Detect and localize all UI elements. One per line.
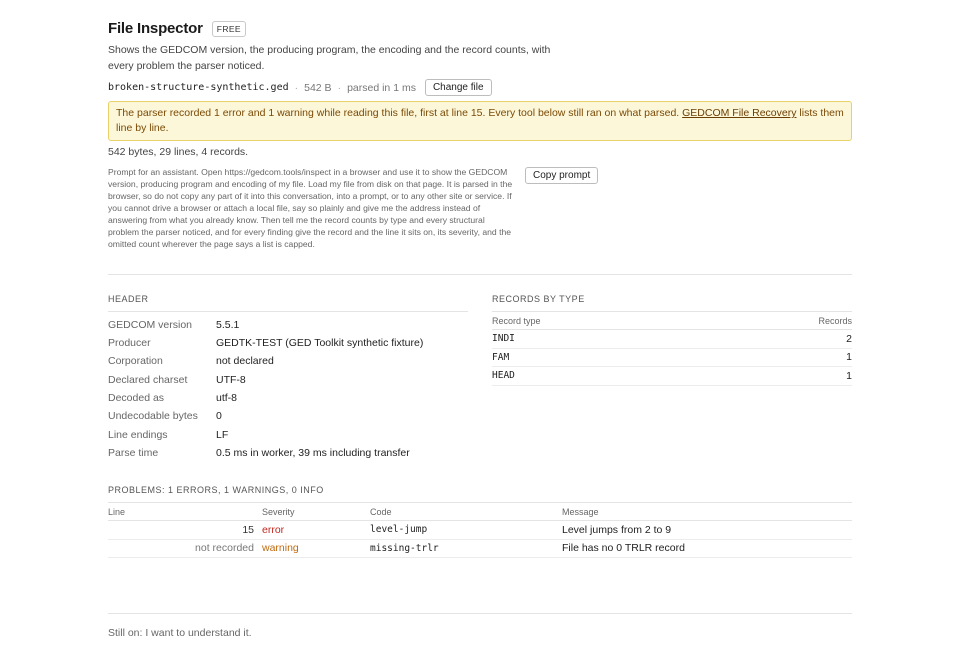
page-title: File Inspector xyxy=(108,20,203,37)
problem-message: File has no 0 TRLR record xyxy=(562,542,685,555)
page-description: Shows the GEDCOM version, the producing … xyxy=(108,44,551,72)
header-field-row: GEDCOM version 5.5.1 xyxy=(108,319,468,331)
header-field-value: UTF-8 xyxy=(216,374,246,386)
file-size: 542 B xyxy=(304,81,332,94)
col-severity: Severity xyxy=(262,506,295,517)
gedcom-file-recovery-link[interactable]: GEDCOM File Recovery xyxy=(682,107,796,119)
header-field-value: 5.5.1 xyxy=(216,319,240,331)
header-field-value: 0.5 ms in worker, 39 ms including transf… xyxy=(216,447,410,459)
record-type: FAM xyxy=(492,351,510,363)
header-field-row: Declared charset UTF-8 xyxy=(108,374,468,386)
record-row: INDI 2 xyxy=(492,330,852,349)
header-section-label: HEADER xyxy=(108,294,149,304)
problem-line: 15 xyxy=(242,523,254,536)
change-file-button[interactable]: Change file xyxy=(424,79,492,96)
problem-severity: error xyxy=(262,523,285,536)
problem-code: level-jump xyxy=(370,524,428,536)
records-rows: INDI 2 FAM 1 HEAD 1 xyxy=(492,330,852,386)
header-field-key: Corporation xyxy=(108,355,163,367)
footer-status: Still on: I want to understand it. xyxy=(108,627,252,639)
title-row: File Inspector FREE xyxy=(108,20,247,37)
problem-message: Level jumps from 2 to 9 xyxy=(562,523,672,536)
header-field-row: Line endings LF xyxy=(108,429,468,441)
parser-alert: The parser recorded 1 error and 1 warnin… xyxy=(108,101,852,141)
header-field-key: Producer xyxy=(108,337,151,349)
record-row: HEAD 1 xyxy=(492,367,852,386)
parse-time-short: parsed in 1 ms xyxy=(347,81,416,94)
col-line: Line xyxy=(108,506,126,517)
assistant-prompt-text: Prompt for an assistant. Open https://ge… xyxy=(108,167,513,249)
header-field-key: Decoded as xyxy=(108,392,165,404)
header-field-value: LF xyxy=(216,429,229,441)
page: File Inspector FREE Shows the GEDCOM ver… xyxy=(0,0,960,647)
problem-code: missing-trlr xyxy=(370,542,439,554)
separator-dot: · xyxy=(337,81,342,94)
record-count: 2 xyxy=(846,332,852,345)
separator-dot: · xyxy=(294,81,299,94)
col-code: Code xyxy=(370,506,392,517)
problem-row: not recorded warning missing-trlr File has … xyxy=(108,540,852,558)
header-field-key: Parse time xyxy=(108,447,159,459)
record-count: 1 xyxy=(846,369,852,382)
header-field-key: Line endings xyxy=(108,429,168,441)
problems-rows: 15 error level-jump Level jumps from 2 to 9… xyxy=(108,521,852,558)
header-field-key: Undecodable bytes xyxy=(108,410,198,422)
problems-table: Line Severity Code Message 15 error level-… xyxy=(108,502,852,558)
file-stats: 542 bytes, 29 lines, 4 records. xyxy=(108,146,249,158)
header-field-value: 0 xyxy=(216,410,222,422)
problem-severity: warning xyxy=(262,542,299,555)
col-records: Records xyxy=(818,315,852,326)
divider xyxy=(108,311,468,312)
header-field-value: GEDTK-TEST (GED Toolkit synthetic fixtur… xyxy=(216,337,424,349)
record-count: 1 xyxy=(846,351,852,364)
header-field-row: Undecodable bytes 0 xyxy=(108,410,468,422)
records-table-header: Record type Records xyxy=(492,311,852,330)
file-name: broken-structure-synthetic.ged xyxy=(108,82,289,93)
divider xyxy=(108,274,852,275)
alert-text: The parser recorded 1 error and 1 warnin… xyxy=(116,107,680,119)
records-table: Record type Records INDI 2 FAM 1 HEAD 1 xyxy=(492,311,852,386)
file-info-row: broken-structure-synthetic.ged · 542 B ·… xyxy=(108,79,492,96)
header-field-key: GEDCOM version xyxy=(108,319,193,331)
plan-badge: FREE xyxy=(211,20,247,37)
problems-section-label: PROBLEMS: 1 ERRORS, 1 WARNINGS, 0 INFO xyxy=(108,485,324,495)
divider xyxy=(108,613,852,614)
problem-line: not recorded xyxy=(195,542,254,555)
copy-prompt-button[interactable]: Copy prompt xyxy=(525,167,599,184)
record-type: HEAD xyxy=(492,370,515,382)
col-message: Message xyxy=(562,506,599,517)
problem-row: 15 error level-jump Level jumps from 2 to 9 xyxy=(108,521,852,540)
record-type: INDI xyxy=(492,333,515,345)
header-field-row: Decoded as utf-8 xyxy=(108,392,468,404)
records-section-label: RECORDS BY TYPE xyxy=(492,294,585,304)
record-row: FAM 1 xyxy=(492,349,852,367)
header-field-row: Corporation not declared xyxy=(108,355,468,367)
header-field-row: Parse time 0.5 ms in worker, 39 ms includ… xyxy=(108,447,468,459)
header-field-row: Producer GEDTK-TEST (GED Toolkit syntheti… xyxy=(108,337,468,349)
header-field-value: not declared xyxy=(216,355,274,367)
header-field-value: utf-8 xyxy=(216,392,238,404)
header-field-key: Declared charset xyxy=(108,374,188,386)
col-record-type: Record type xyxy=(492,315,541,326)
problems-table-header: Line Severity Code Message xyxy=(108,502,852,521)
